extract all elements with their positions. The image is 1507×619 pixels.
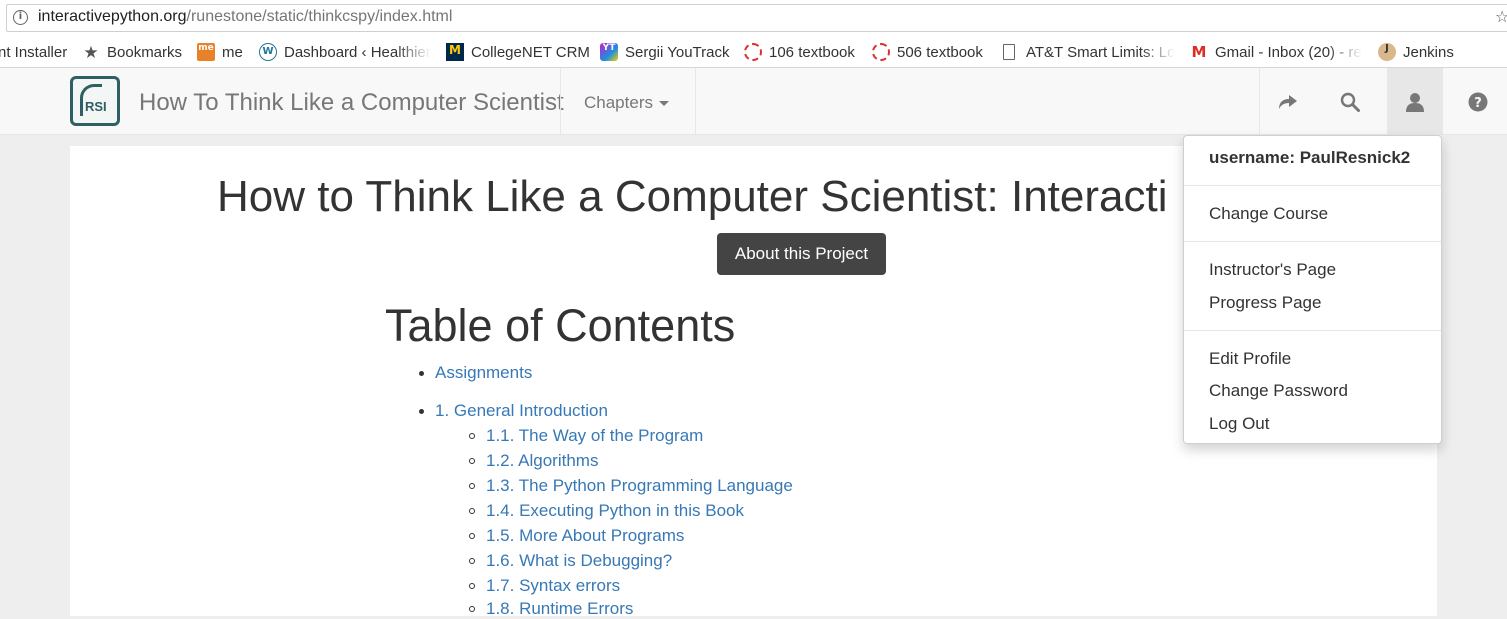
wordpress-icon: W [259,43,277,61]
logo-text: RSI [85,99,107,114]
address-bar: i interactivepython.org/runestone/static… [0,0,1507,36]
bullet-icon [419,409,424,414]
url-text[interactable]: interactivepython.org/runestone/static/t… [38,8,452,26]
svg-text:?: ? [1474,96,1482,111]
rsi-logo[interactable]: RSI [70,76,120,126]
toc-link-section[interactable]: 1.5. More About Programs [486,526,684,546]
menu-divider [1184,185,1441,186]
toc-link-section[interactable]: 1.3. The Python Programming Language [486,476,793,496]
circle-bullet-icon [469,483,475,489]
log-out-item[interactable]: Log Out [1209,414,1270,434]
chapters-label: Chapters [584,93,653,112]
nav-divider [560,68,561,135]
user-dropdown-menu: username: PaulResnick2 Change Course Ins… [1183,135,1442,444]
bookmark-label: Dashboard ‹ Healthier [284,43,431,61]
bookmark-att[interactable]: AT&T Smart Limits: Lo [1003,43,1175,61]
circle-bullet-icon [469,508,475,514]
change-course-item[interactable]: Change Course [1209,204,1328,224]
help-button[interactable]: ? [1450,68,1506,135]
runestone-icon [872,43,890,61]
menu-divider [1184,330,1441,331]
circle-bullet-icon [469,558,475,564]
bookmark-gmail[interactable]: M Gmail - Inbox (20) - re [1190,43,1362,61]
toc-link-chapter-1[interactable]: 1. General Introduction [435,401,608,421]
chapters-dropdown[interactable]: Chapters [584,93,669,113]
toc-title: Table of Contents [385,300,736,351]
page-title: How to Think Like a Computer Scientist: … [217,172,1168,221]
bookmark-label: 106 textbook [769,43,855,61]
bookmarks-bar: nt Installer ★ Bookmarks me me W Dashboa… [0,36,1507,68]
runestone-icon [744,43,762,61]
bookmark-folder[interactable]: ★ Bookmarks [82,43,182,61]
nav-divider [695,68,696,135]
bookmark-label: Bookmarks [107,43,183,61]
change-password-item[interactable]: Change Password [1209,381,1348,401]
toc-link-assignments[interactable]: Assignments [435,363,532,383]
toc-link-section[interactable]: 1.2. Algorithms [486,451,598,471]
toc-link-section[interactable]: 1.7. Syntax errors [486,576,620,596]
bookmark-jenkins[interactable]: J Jenkins [1378,43,1454,61]
bookmark-me[interactable]: me me [197,43,243,61]
bookmark-label: AT&T Smart Limits: Lo [1026,43,1175,61]
bullet-icon [419,371,424,376]
michigan-m-icon: M [446,43,464,61]
share-icon [1279,94,1297,109]
edit-profile-item[interactable]: Edit Profile [1209,349,1291,369]
caret-down-icon [658,101,669,107]
about-project-button[interactable]: About this Project [717,233,886,275]
circle-bullet-icon [469,433,475,439]
bookmark-label: CollegeNET CRM [471,43,590,61]
bookmark-label: me [222,43,243,61]
bookmark-youtrack[interactable]: YT Sergii YouTrack [600,43,730,61]
star-icon: ★ [83,43,99,61]
circle-bullet-icon [469,606,475,612]
me-favicon-icon: me [197,43,215,61]
share-button[interactable] [1260,68,1316,135]
bookmark-star-icon[interactable]: ☆ [1495,7,1507,26]
site-brand[interactable]: How To Think Like a Computer Scientist [139,89,564,117]
bookmark-label: Jenkins [1403,43,1454,61]
jenkins-icon: J [1378,43,1396,61]
circle-bullet-icon [469,458,475,464]
search-button[interactable] [1322,68,1378,135]
progress-page-item[interactable]: Progress Page [1209,293,1321,313]
info-icon[interactable]: i [13,10,28,25]
toc-link-section[interactable]: 1.6. What is Debugging? [486,551,672,571]
url-host: interactivepython.org [38,8,187,25]
circle-bullet-icon [469,533,475,539]
toc-link-section[interactable]: 1.8. Runtime Errors [486,599,633,619]
username-label: username: PaulResnick2 [1209,148,1411,167]
site-navbar: RSI How To Think Like a Computer Scienti… [0,68,1507,135]
user-button[interactable] [1387,68,1443,135]
url-path: /runestone/static/thinkcspy/index.html [186,8,453,25]
bookmark-label: Sergii YouTrack [625,43,730,61]
youtrack-icon: YT [600,43,618,61]
toc-link-section[interactable]: 1.1. The Way of the Program [486,426,703,446]
bookmark-label: nt Installer [0,43,68,61]
menu-divider [1184,241,1441,242]
circle-bullet-icon [469,583,475,589]
bookmark-506-textbook[interactable]: 506 textbook [872,43,983,61]
help-icon: ? [1468,92,1488,111]
user-icon [1406,92,1424,112]
search-icon [1340,92,1360,112]
gmail-icon: M [1191,43,1207,61]
bookmark-106-textbook[interactable]: 106 textbook [744,43,855,61]
bookmark-label: Gmail - Inbox (20) - re [1215,43,1362,61]
bookmark-collegenet[interactable]: M CollegeNET CRM [446,43,590,61]
bookmark-dashboard[interactable]: W Dashboard ‹ Healthier [259,43,431,61]
bookmark-installer[interactable]: nt Installer [0,43,67,61]
bookmark-label: 506 textbook [897,43,983,61]
toc-link-section[interactable]: 1.4. Executing Python in this Book [486,501,744,521]
instructors-page-item[interactable]: Instructor's Page [1209,260,1336,280]
page-icon [1003,44,1015,60]
